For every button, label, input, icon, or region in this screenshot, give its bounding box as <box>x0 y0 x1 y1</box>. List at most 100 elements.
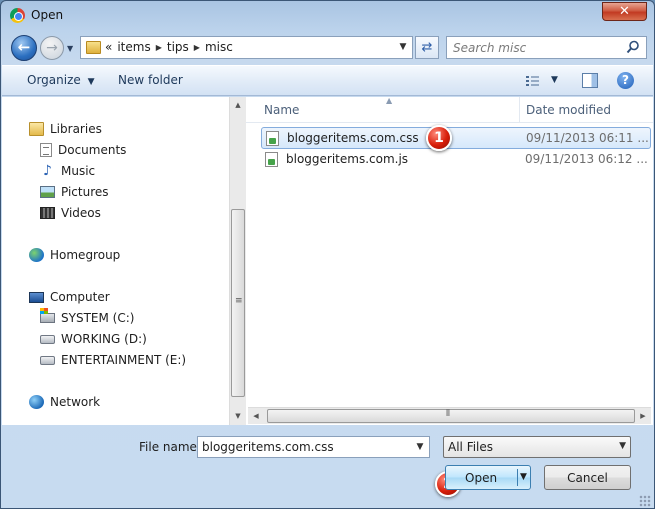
arrow-left-icon: ← <box>17 38 31 56</box>
organize-label: Organize <box>27 73 81 87</box>
videos-icon <box>40 207 55 219</box>
new-folder-button[interactable]: New folder <box>118 73 183 87</box>
open-button[interactable]: Open ▼ <box>445 465 531 490</box>
file-name-input[interactable] <box>202 439 402 455</box>
recent-locations-dropdown[interactable]: ▼ <box>67 44 73 53</box>
file-name-combobox[interactable]: ▼ <box>197 436 430 458</box>
scroll-left-arrow-icon[interactable]: ◀ <box>248 408 264 424</box>
sort-arrow-icon: ▲ <box>386 96 393 105</box>
file-list: ▲ Name Date modified bloggeritems.com.cs… <box>246 96 653 425</box>
address-bar[interactable]: « items ▶ tips ▶ misc ▼ <box>80 36 413 59</box>
close-button[interactable]: ✕ <box>602 2 647 21</box>
file-date: 09/11/2013 06:11 ... <box>526 131 649 145</box>
column-date-modified[interactable]: Date modified <box>526 103 611 117</box>
column-name[interactable]: Name <box>264 103 299 117</box>
homegroup-icon <box>29 248 44 262</box>
sidebar-item-music[interactable]: ♪ Music <box>40 162 95 180</box>
documents-icon <box>40 143 52 157</box>
command-toolbar: Organize ▼ New folder ▼ ? <box>2 65 653 96</box>
cancel-button[interactable]: Cancel <box>544 465 631 490</box>
sidebar-item-label: Network <box>50 395 101 409</box>
help-icon[interactable]: ? <box>617 72 634 89</box>
chevron-down-icon[interactable]: ▼ <box>551 75 558 85</box>
sidebar-item-entertainment-drive[interactable]: ENTERTAINMENT (E:) <box>40 351 186 369</box>
search-input[interactable] <box>453 40 623 55</box>
file-name-label: File name: <box>139 440 201 454</box>
view-list-icon[interactable] <box>526 75 540 87</box>
sidebar-item-label: SYSTEM (C:) <box>61 311 135 325</box>
search-box[interactable] <box>446 36 647 59</box>
file-date: 09/11/2013 06:12 ... <box>525 152 648 166</box>
sidebar-item-working-drive[interactable]: WORKING (D:) <box>40 330 147 348</box>
css-file-icon <box>266 131 279 146</box>
breadcrumb-items[interactable]: items <box>117 40 150 54</box>
sidebar-item-label: Music <box>61 164 96 178</box>
step-marker-1: 1 <box>426 125 452 151</box>
breadcrumb-overflow[interactable]: « <box>105 40 112 54</box>
drive-icon <box>40 334 55 344</box>
column-header: ▲ Name Date modified <box>246 96 653 123</box>
sidebar-item-label: WORKING (D:) <box>61 332 147 346</box>
sidebar-item-pictures[interactable]: Pictures <box>40 183 109 201</box>
sidebar-item-system-drive[interactable]: SYSTEM (C:) <box>40 308 135 327</box>
folder-icon <box>86 41 101 54</box>
sidebar-item-network[interactable]: Network <box>29 393 100 411</box>
sidebar-item-documents[interactable]: Documents <box>40 141 126 159</box>
chevron-down-icon[interactable]: ▼ <box>411 437 429 457</box>
breadcrumb-tips[interactable]: tips <box>167 40 189 54</box>
scroll-right-arrow-icon[interactable]: ▶ <box>635 408 651 424</box>
navigation-bar: ← → ▼ « items ▶ tips ▶ misc ▼ ⇄ <box>1 32 654 64</box>
file-type-select[interactable]: All Files ▼ <box>443 436 631 458</box>
open-options-dropdown[interactable]: ▼ <box>520 472 527 482</box>
file-row-js[interactable]: bloggeritems.com.js 09/11/2013 06:12 ... <box>261 149 651 171</box>
chevron-down-icon: ▼ <box>619 441 626 451</box>
preview-pane-icon[interactable] <box>582 73 598 88</box>
arrow-right-icon: → <box>46 40 58 56</box>
scroll-down-arrow-icon[interactable]: ▼ <box>230 408 246 424</box>
refresh-icon: ⇄ <box>421 40 433 55</box>
file-type-value: All Files <box>448 440 494 454</box>
breadcrumb-misc[interactable]: misc <box>205 40 233 54</box>
pictures-icon <box>40 186 55 198</box>
system-drive-icon <box>40 308 55 323</box>
sidebar-item-label: Homegroup <box>50 248 121 262</box>
js-file-icon <box>265 152 278 167</box>
resize-grip[interactable] <box>639 495 651 507</box>
navigation-pane: Libraries Documents ♪ Music Pictures Vid… <box>2 97 246 425</box>
search-icon[interactable] <box>626 40 640 54</box>
libraries-icon <box>29 122 44 136</box>
breadcrumb: « items ▶ tips ▶ misc <box>105 40 233 54</box>
split-divider <box>517 469 518 486</box>
refresh-button[interactable]: ⇄ <box>415 36 439 59</box>
file-row-css[interactable]: bloggeritems.com.css 09/11/2013 06:11 ..… <box>261 127 651 149</box>
organize-button[interactable]: Organize ▼ <box>27 73 95 87</box>
chevron-down-icon[interactable]: ▼ <box>394 37 412 58</box>
scrollbar-thumb[interactable] <box>267 409 635 423</box>
sidebar-item-label: Pictures <box>61 185 109 199</box>
drive-icon <box>40 355 55 365</box>
chrome-icon <box>10 8 25 23</box>
scroll-up-arrow-icon[interactable]: ▲ <box>230 97 246 113</box>
open-dialog: Open ✕ ← → ▼ « items ▶ tips ▶ misc ▼ ⇄ S… <box>0 0 655 509</box>
sidebar-scrollbar[interactable]: ▲ ▼ <box>229 97 246 425</box>
chevron-down-icon: ▼ <box>87 77 95 87</box>
sidebar-item-label: Videos <box>61 206 101 220</box>
sidebar-item-label: Libraries <box>50 122 102 136</box>
back-button[interactable]: ← <box>11 35 37 61</box>
sidebar-item-homegroup[interactable]: Homegroup <box>29 246 120 264</box>
column-divider[interactable] <box>519 97 520 123</box>
forward-button[interactable]: → <box>40 36 64 60</box>
scrollbar-thumb[interactable] <box>231 209 245 397</box>
sidebar-item-libraries[interactable]: Libraries <box>29 120 102 138</box>
chevron-right-icon[interactable]: ▶ <box>194 43 200 52</box>
music-icon: ♪ <box>43 163 52 179</box>
sidebar-item-label: Computer <box>50 290 110 304</box>
file-name: bloggeritems.com.js <box>286 152 409 166</box>
computer-icon <box>29 291 44 303</box>
title-bar[interactable]: Open ✕ <box>1 1 654 31</box>
network-icon <box>29 395 44 409</box>
chevron-right-icon[interactable]: ▶ <box>156 43 162 52</box>
sidebar-item-videos[interactable]: Videos <box>40 204 101 222</box>
sidebar-item-computer[interactable]: Computer <box>29 288 110 306</box>
file-list-scrollbar[interactable]: ◀ ▶ <box>248 407 651 424</box>
